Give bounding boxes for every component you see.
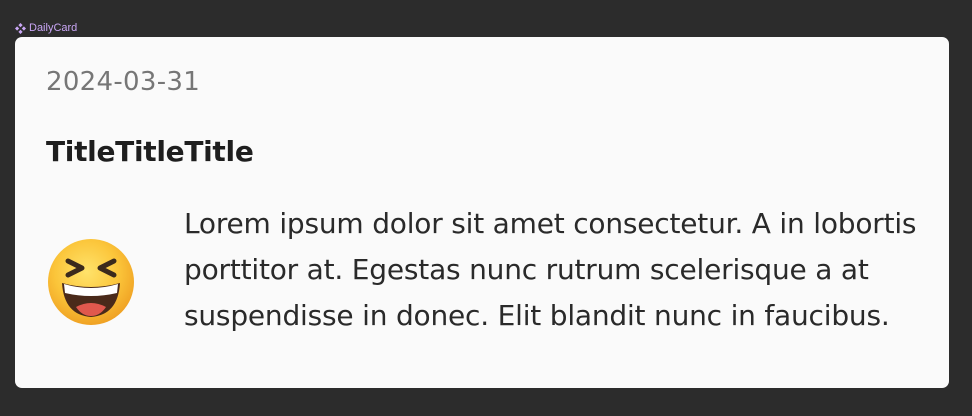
component-diamond-icon: [15, 22, 26, 34]
component-label-text: DailyCard: [29, 22, 78, 34]
component-label[interactable]: DailyCard: [15, 20, 77, 36]
card-date: 2024-03-31: [46, 67, 201, 97]
grinning-squinting-face-icon: [46, 237, 136, 327]
daily-card[interactable]: 2024-03-31 TitleTitleTitle Lorem ipsum d…: [15, 37, 949, 388]
card-body-text: Lorem ipsum dolor sit amet consectetur. …: [184, 207, 917, 332]
card-title: TitleTitleTitle: [46, 135, 254, 168]
